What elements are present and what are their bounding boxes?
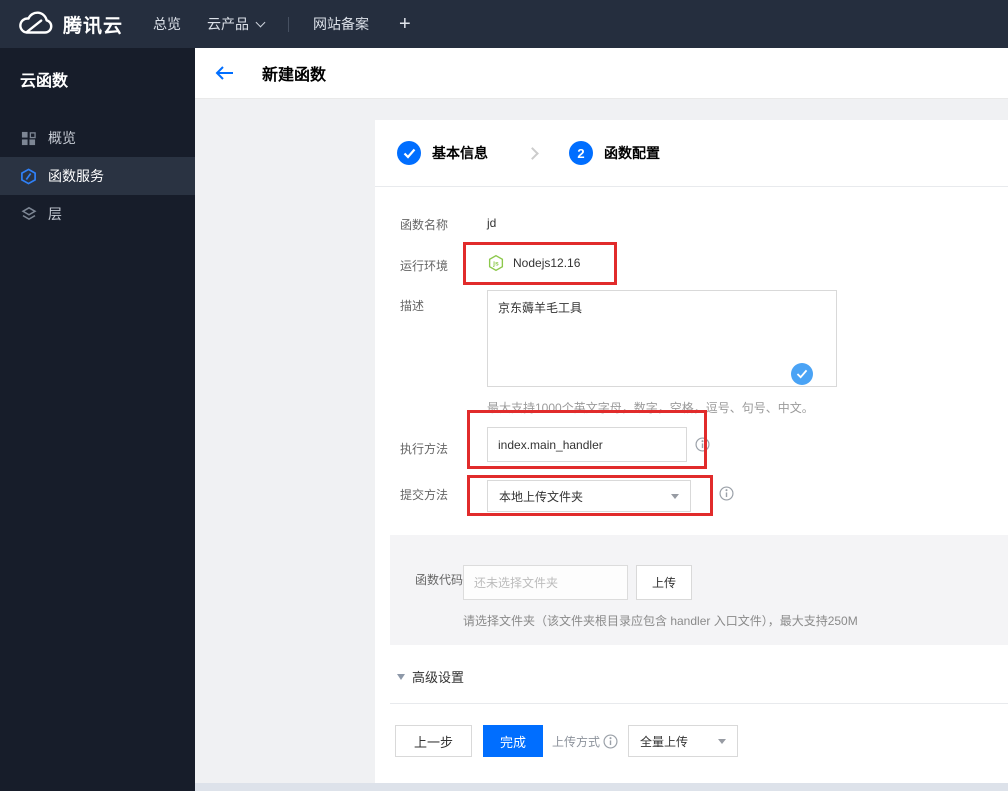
folder-path-input[interactable] [463, 565, 628, 600]
check-icon [397, 141, 421, 165]
back-button[interactable] [215, 64, 235, 82]
caret-down-icon [718, 738, 726, 744]
nav-divider [288, 16, 290, 32]
upload-mode-select[interactable]: 全量上传 [628, 725, 738, 757]
wizard-steps: 基本信息 2 函数配置 [375, 120, 1008, 187]
top-nav-links: 总览 云产品 网站备案 + [153, 13, 411, 36]
page: 腾讯云 总览 云产品 网站备案 + 云函数 概览 函数服务 层 新建函数 基本信… [0, 0, 1008, 791]
grid-icon [20, 130, 37, 147]
sidebar-title: 云函数 [20, 73, 69, 90]
upload-mode-value: 全量上传 [640, 734, 689, 749]
top-navbar: 腾讯云 总览 云产品 网站备案 + [0, 0, 1008, 48]
handler-input[interactable] [487, 427, 687, 462]
step-label: 函数配置 [604, 145, 660, 161]
description-textarea[interactable]: 京东薅羊毛工具 [487, 290, 837, 387]
sidebar-item-overview[interactable]: 概览 [0, 119, 195, 157]
description-label: 描述 [400, 299, 425, 313]
page-header: 新建函数 [195, 48, 1008, 99]
info-icon[interactable] [695, 437, 710, 452]
submit-method-value: 本地上传文件夹 [499, 489, 584, 504]
description-hint: 最大支持1000个英文字母，数字，空格，逗号、句号、中文。 [487, 401, 814, 415]
runtime-value: Nodejs12.16 [513, 256, 581, 270]
chevron-right-icon [526, 146, 539, 160]
sidebar-item-label: 层 [48, 206, 62, 222]
function-name-label: 函数名称 [400, 218, 449, 232]
chevron-down-icon [255, 17, 266, 27]
brand-link[interactable]: 腾讯云 [18, 11, 123, 38]
info-icon[interactable] [719, 486, 734, 501]
function-code-section: 函数代码* 上传 请选择文件夹（该文件夹根目录应包含 handler 入口文件）… [390, 535, 1008, 645]
upload-mode-label: 上传方式 [552, 734, 601, 749]
step-function-config: 2 函数配置 [569, 141, 660, 165]
advanced-settings-toggle[interactable]: 高级设置 [397, 667, 464, 686]
finish-button[interactable]: 完成 [483, 725, 543, 757]
step-label: 基本信息 [432, 145, 488, 161]
sidebar-item-label: 函数服务 [48, 168, 104, 184]
upload-mode-row: 上传方式 [552, 725, 618, 757]
sidebar-item-label: 概览 [48, 130, 76, 146]
triangle-down-icon [397, 673, 405, 680]
info-icon[interactable] [603, 733, 618, 749]
submit-method-label: 提交方法 [400, 488, 449, 502]
handler-label: 执行方法 [400, 442, 449, 456]
function-code-label: 函数代码* [415, 571, 470, 588]
submit-method-select[interactable]: 本地上传文件夹 [487, 480, 691, 512]
nav-item-beian[interactable]: 网站备案 [313, 14, 369, 34]
function-code-hint: 请选择文件夹（该文件夹根目录应包含 handler 入口文件），最大支持250M [463, 614, 858, 628]
upload-button[interactable]: 上传 [636, 565, 692, 600]
advanced-settings-label: 高级设置 [412, 670, 465, 685]
sidebar-item-function-service[interactable]: 函数服务 [0, 157, 195, 195]
nav-item-products[interactable]: 云产品 [207, 14, 266, 34]
runtime-label: 运行环境 [400, 259, 449, 273]
layers-icon [20, 206, 37, 223]
function-name-value: jd [487, 216, 497, 230]
nav-add-button[interactable]: + [399, 13, 411, 36]
page-title: 新建函数 [262, 67, 327, 84]
previous-step-button[interactable]: 上一步 [395, 725, 472, 757]
valid-check-icon [791, 363, 813, 385]
nav-item-overview[interactable]: 总览 [153, 14, 181, 34]
create-function-panel: 基本信息 2 函数配置 函数名称 jd 运行环境 js Nodejs12.16 … [375, 120, 1008, 783]
step-basic-info: 基本信息 [397, 141, 488, 165]
back-arrow-icon [215, 66, 233, 80]
caret-down-icon [671, 493, 679, 499]
sidebar-item-layers[interactable]: 层 [0, 195, 195, 233]
step-number-badge: 2 [569, 141, 593, 165]
sidebar: 云函数 概览 函数服务 层 [0, 48, 195, 791]
brand-name: 腾讯云 [63, 15, 124, 37]
footer-divider [390, 703, 1008, 704]
svg-text:js: js [492, 261, 499, 268]
function-hexagon-icon [20, 167, 37, 185]
tencent-cloud-logo-icon [18, 11, 54, 37]
nodejs-icon: js [487, 254, 505, 272]
runtime-value-row: js Nodejs12.16 [487, 254, 580, 272]
sidebar-menu: 概览 函数服务 层 [0, 119, 195, 233]
bottom-strip [195, 783, 1008, 791]
